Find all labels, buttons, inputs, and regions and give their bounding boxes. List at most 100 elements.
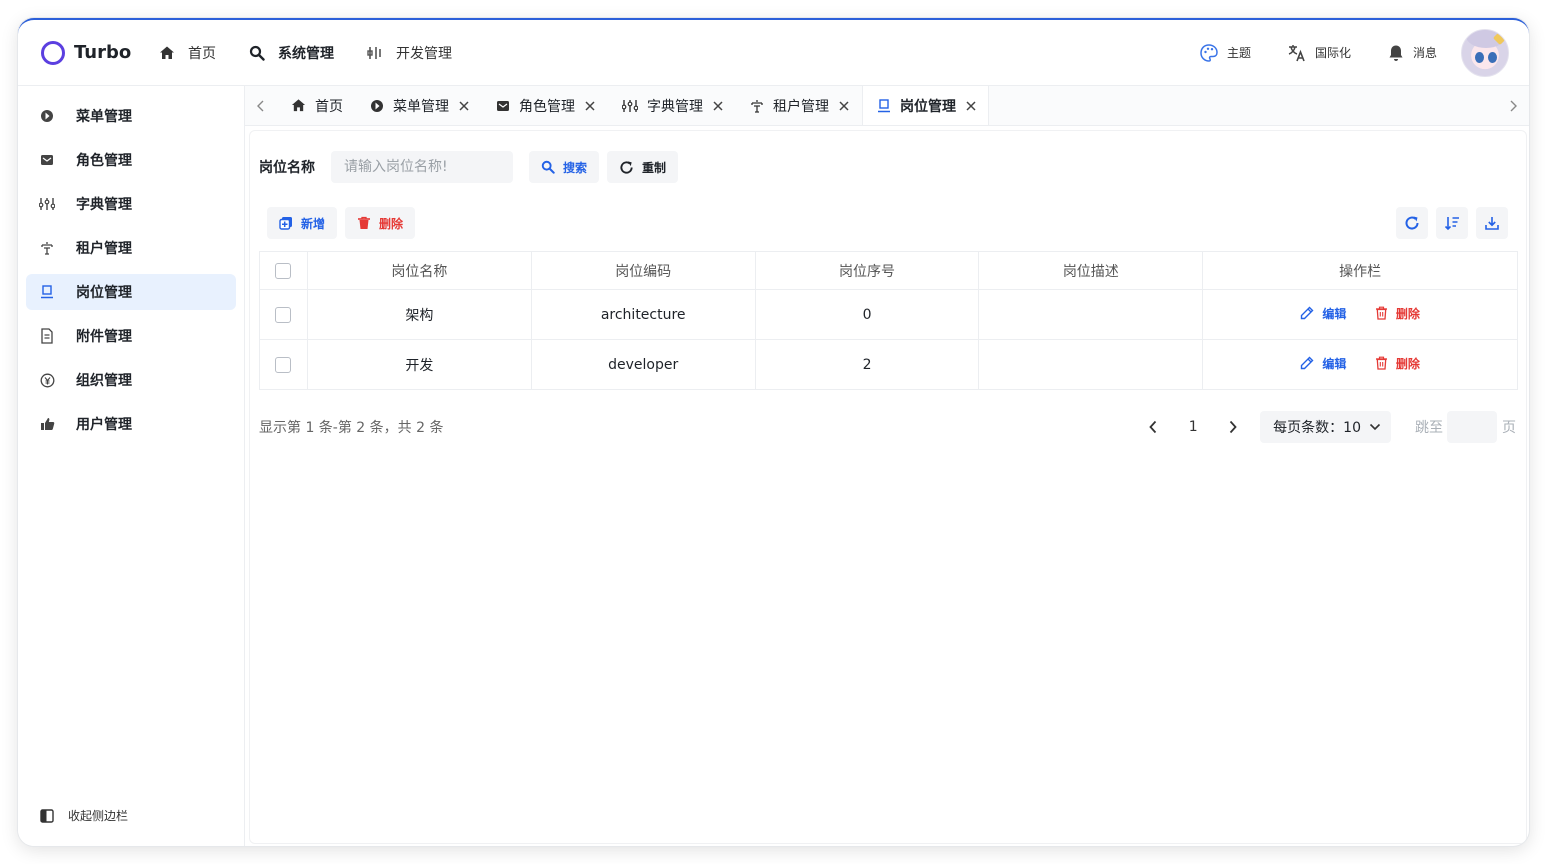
table-header-row: 岗位名称 岗位编码 岗位序号 岗位描述 操作栏 [259,251,1518,290]
tab-dict[interactable]: 字典管理 [608,86,736,125]
close-icon[interactable] [966,100,976,111]
trash-icon [1375,306,1388,320]
edit-button[interactable]: 编辑 [1300,355,1346,372]
top-nav: 首页 系统管理 开发管理 [159,43,485,63]
tab-label: 字典管理 [647,98,703,115]
sidebar-item-user[interactable]: 用户管理 [26,406,236,442]
topnav-system[interactable]: 系统管理 [249,43,334,63]
chevron-right-icon [1510,100,1517,111]
search-form: 岗位名称 搜索 重制 [259,151,679,183]
prev-page-button[interactable] [1138,412,1168,442]
post-name-input[interactable] [331,151,513,183]
i18n-button[interactable]: 国际化 [1287,43,1351,63]
pencil-icon [1300,306,1314,320]
sidebar-item-label: 组织管理 [76,373,132,389]
close-icon[interactable] [585,100,595,111]
tabs-scroll-left[interactable] [245,86,277,125]
home-icon [291,98,306,113]
row-checkbox[interactable] [275,306,292,323]
tenant-icon [38,241,56,255]
reset-button-label: 重制 [642,160,667,175]
action-toolbar: 新增 删除 [267,207,423,239]
theme-button[interactable]: 主题 [1199,43,1251,63]
tab-role[interactable]: 角色管理 [482,86,608,125]
sidebar-item-role[interactable]: 角色管理 [26,142,236,178]
avatar[interactable] [1461,28,1509,77]
tab-label: 首页 [315,98,343,115]
palette-icon [1199,43,1219,63]
sidebar-item-dict[interactable]: 字典管理 [26,186,236,222]
delete-label: 删除 [1395,306,1420,321]
delete-button[interactable]: 删除 [1375,305,1420,322]
close-icon[interactable] [459,100,469,111]
page-size-label: 每页条数：10 [1273,420,1361,436]
logo[interactable]: Turbo [41,40,157,65]
page-size-select[interactable]: 每页条数：10 [1260,411,1391,443]
refresh-icon [1405,216,1419,230]
column-header[interactable]: 岗位序号 [754,251,980,290]
batch-delete-button[interactable]: 删除 [345,207,416,239]
tab-post[interactable]: 岗位管理 [862,86,989,125]
next-page-button[interactable] [1218,412,1248,442]
select-all-checkbox[interactable] [275,262,292,279]
table-row: 开发 developer 2 编辑 删除 [259,339,1518,390]
close-icon[interactable] [713,100,723,111]
column-header[interactable]: 岗位名称 [306,251,532,290]
sidebar-item-org[interactable]: 组织管理 [26,362,236,398]
sidebar-toggle-icon [40,808,54,823]
jump-page-input[interactable] [1447,411,1497,443]
topnav-system-label: 系统管理 [278,45,334,62]
cell-actions: 编辑 删除 [1202,289,1518,340]
tab-menu[interactable]: 菜单管理 [356,86,482,125]
sidebar-item-menu[interactable]: 菜单管理 [26,98,236,134]
topnav-home[interactable]: 首页 [159,43,216,63]
page-number[interactable]: 1 [1168,419,1218,435]
row-checkbox[interactable] [275,356,292,373]
cell-actions: 编辑 删除 [1202,339,1518,390]
messages-button[interactable]: 消息 [1387,44,1437,62]
batch-delete-label: 删除 [379,216,404,231]
add-button[interactable]: 新增 [267,207,338,239]
avatar-eye-right [1488,51,1497,63]
app-window: Turbo 首页 系统管理 开发管理 主题 国际化 消息 菜单管理 角色管理 字… [18,18,1529,846]
sidebar-item-label: 租户管理 [76,241,132,257]
cell-post-desc [978,339,1204,390]
topnav-home-label: 首页 [188,45,216,62]
chevron-left-icon [257,100,264,111]
delete-button[interactable]: 删除 [1375,355,1420,372]
file-icon [38,328,56,344]
trash-icon [357,216,371,230]
reload-button[interactable] [1396,207,1428,239]
close-icon[interactable] [839,100,849,111]
tabs-scroll-right[interactable] [1497,86,1529,125]
sidebar: 菜单管理 角色管理 字典管理 租户管理 岗位管理 附件管理 组织管理 用户管理 … [18,86,245,846]
sidebar-item-file[interactable]: 附件管理 [26,318,236,354]
edit-button[interactable]: 编辑 [1300,305,1346,322]
sidebar-item-label: 附件管理 [76,329,132,345]
sort-button[interactable] [1436,207,1468,239]
role-icon [38,153,56,167]
search-button-label: 搜索 [563,160,588,175]
column-header: 操作栏 [1202,251,1518,290]
column-header[interactable]: 岗位描述 [978,251,1204,290]
column-header[interactable]: 岗位编码 [530,251,756,290]
topnav-dev[interactable]: 开发管理 [367,43,452,63]
topnav-dev-label: 开发管理 [396,45,452,62]
tab-tenant[interactable]: 租户管理 [736,86,862,125]
edit-label: 编辑 [1322,356,1347,371]
delete-label: 删除 [1395,356,1420,371]
sort-icon [1444,217,1459,231]
export-button[interactable] [1476,207,1508,239]
collapse-sidebar-button[interactable]: 收起侧边栏 [40,807,128,824]
add-icon [279,216,293,230]
jump-label: 跳至 [1415,420,1443,436]
sidebar-item-label: 用户管理 [76,417,132,433]
reset-button[interactable]: 重制 [607,151,679,183]
search-button[interactable]: 搜索 [529,151,600,183]
i18n-label: 国际化 [1314,46,1351,60]
sidebar-item-tenant[interactable]: 租户管理 [26,230,236,266]
chevron-down-icon [1369,423,1381,431]
sidebar-item-post[interactable]: 岗位管理 [26,274,236,310]
tab-home[interactable]: 首页 [277,86,356,125]
thumbs-up-icon [38,417,56,431]
